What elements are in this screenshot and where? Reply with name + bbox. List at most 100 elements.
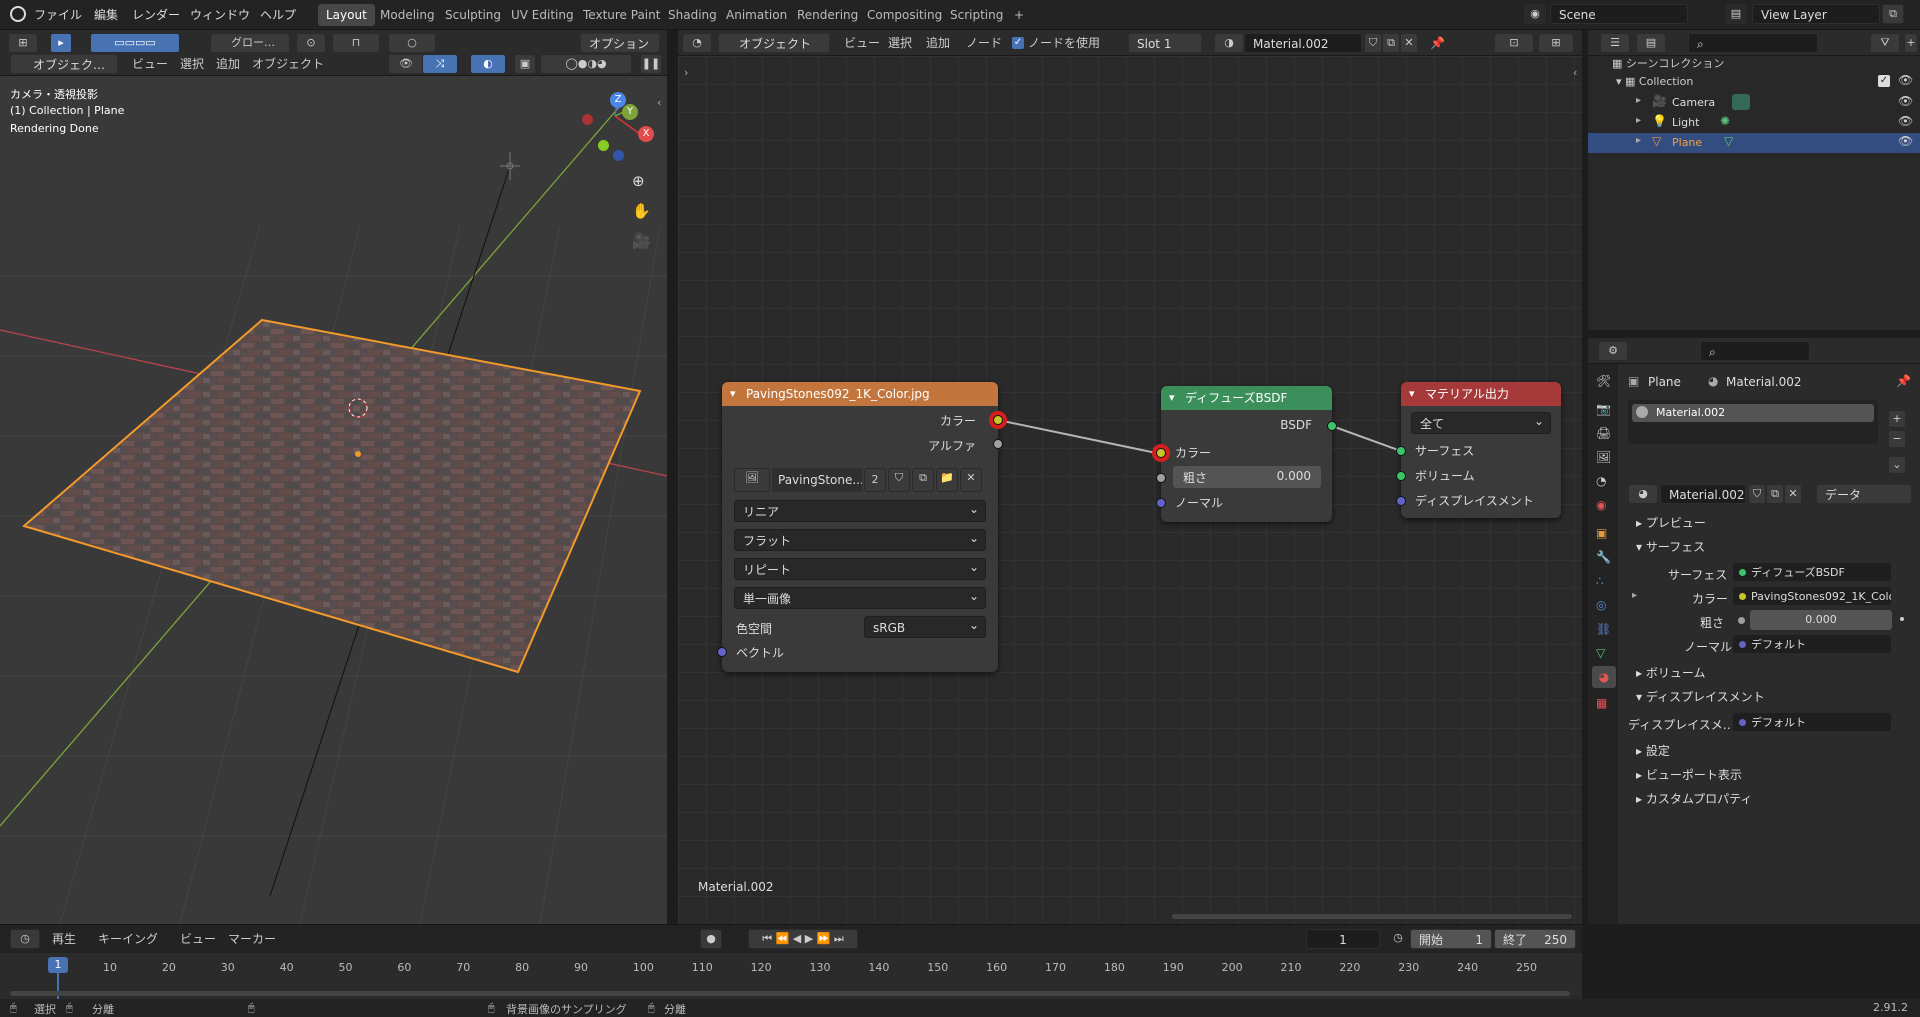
viewport-menu-view[interactable]: ビュー (132, 54, 168, 74)
node-menu-add[interactable]: 追加 (926, 33, 950, 53)
section-custom-props[interactable]: ▸ カスタムプロパティ (1636, 790, 1752, 807)
timeline-menu-keying[interactable]: キーイング (98, 929, 158, 949)
projection-dropdown[interactable]: フラット (734, 527, 986, 551)
physics-tab-icon[interactable]: ◎ (1596, 598, 1606, 612)
view-layer-icon[interactable]: ▤ (1725, 4, 1747, 24)
viewport-menu-select[interactable]: 選択 (180, 54, 204, 74)
section-preview[interactable]: ▸ プレビュー (1636, 514, 1706, 531)
outliner-new-collection-icon[interactable]: + (1904, 33, 1918, 53)
camera-view-icon[interactable]: 🎥 (632, 232, 651, 250)
tab-texture-paint[interactable]: Texture Paint (575, 4, 668, 26)
overlay-icon[interactable]: ◐ (470, 54, 506, 74)
shading-modes-icons[interactable]: ◯●◑◕ (540, 54, 632, 74)
section-viewport-display[interactable]: ▸ ビューポート表示 (1636, 766, 1742, 783)
snap-node-icon[interactable]: ⊡ (1494, 33, 1534, 53)
particles-tab-icon[interactable]: ∴ (1596, 574, 1604, 588)
frame-start-field[interactable]: 開始 1 (1410, 929, 1492, 949)
viewport-menu-object[interactable]: オブジェクト (252, 54, 324, 74)
add-slot-button[interactable]: + (1888, 410, 1906, 428)
editor-type-icon[interactable]: ⊞ (8, 33, 38, 53)
blender-logo-icon[interactable] (10, 6, 26, 22)
gizmo-y-axis[interactable]: Y (622, 104, 638, 120)
add-workspace-button[interactable]: + (1006, 4, 1032, 26)
diffuse-bsdf-node[interactable]: ディフューズBSDF BSDF カラー 粗さ 0.000 ノーマル (1156, 386, 1337, 522)
properties-pin-icon[interactable]: 📌 (1896, 374, 1911, 388)
tab-sculpting[interactable]: Sculpting (437, 4, 509, 26)
auto-keying-icon[interactable]: ● (700, 929, 722, 949)
image-node-title[interactable]: PavingStones092_1K_Color.jpg (722, 382, 998, 406)
image-name-field[interactable]: PavingStone... (772, 468, 862, 492)
surface-shader-field[interactable]: ディフューズBSDF (1732, 562, 1892, 582)
outliner-display-mode-icon[interactable]: ▤ (1636, 33, 1666, 53)
tab-animation[interactable]: Animation (718, 4, 795, 26)
gizmo-icon[interactable]: ⤨ (422, 54, 458, 74)
material-browse-icon[interactable]: ◑ (1214, 33, 1244, 53)
normal-prop-field[interactable]: デフォルト (1732, 634, 1892, 654)
section-volume[interactable]: ▸ ボリューム (1636, 664, 1705, 681)
slot-specials-button[interactable]: ⌄ (1888, 456, 1906, 474)
keyframe-dot-icon[interactable] (1900, 617, 1904, 621)
alpha-output-socket[interactable] (993, 439, 1003, 449)
menu-file[interactable]: ファイル (34, 6, 82, 23)
diffuse-node-title[interactable]: ディフューズBSDF (1161, 386, 1332, 410)
tab-rendering[interactable]: Rendering (789, 4, 866, 26)
light-expand-icon[interactable]: ▸ (1636, 115, 1641, 126)
output-node-title[interactable]: マテリアル出力 (1401, 382, 1561, 406)
properties-material-field[interactable]: Material.002 (1660, 484, 1746, 504)
use-nodes-checkbox[interactable]: ✓ (1012, 37, 1024, 49)
displacement-input-socket[interactable] (1396, 496, 1406, 506)
outliner-editor-type-icon[interactable]: ☰ (1600, 33, 1630, 53)
timeline-editor-type-icon[interactable]: ◷ (10, 929, 40, 949)
output-tab-icon[interactable]: 🖨 (1596, 426, 1611, 440)
frame-end-field[interactable]: 終了 250 (1494, 929, 1576, 949)
select-mode-icons[interactable]: ▭▭▭▭ (90, 33, 180, 53)
material-tab-icon[interactable]: ◕ (1592, 666, 1616, 688)
collection-include-checkbox[interactable]: ✓ (1878, 75, 1890, 87)
properties-search-input[interactable]: ⌕ (1700, 341, 1810, 361)
node-toolbar-toggle-icon[interactable]: › (684, 66, 688, 79)
roughness-slider[interactable]: 粗さ 0.000 (1173, 466, 1321, 488)
image-unlink-icon[interactable]: ✕ (960, 468, 982, 492)
tab-scripting[interactable]: Scripting (942, 4, 1011, 26)
collection-eye-icon[interactable]: 👁 (1898, 73, 1913, 87)
unlink-material-icon[interactable]: ✕ (1400, 33, 1418, 53)
light-eye-icon[interactable]: 👁 (1898, 114, 1913, 128)
xray-icon[interactable]: ▣ (514, 54, 536, 74)
3d-viewport[interactable]: カメラ・透視投影 (1) Collection | Plane Renderin… (0, 76, 667, 924)
camera-eye-icon[interactable]: 👁 (1898, 94, 1913, 108)
node-sidebar-toggle-icon[interactable]: ‹ (1573, 66, 1577, 79)
zoom-icon[interactable]: ⊕ (632, 172, 645, 190)
view-layer-tab-icon[interactable]: 🖼 (1596, 450, 1611, 464)
material-slot-list[interactable]: Material.002 (1628, 400, 1878, 444)
image-fake-user-icon[interactable]: ⛉ (888, 468, 910, 492)
color-expand-icon[interactable]: ▸ (1632, 590, 1637, 601)
displacement-prop-field[interactable]: デフォルト (1732, 712, 1892, 732)
editor-divider[interactable] (667, 30, 678, 924)
vector-input-socket[interactable] (717, 647, 727, 657)
timeline-menu-view[interactable]: ビュー (180, 929, 216, 949)
menu-window[interactable]: ウィンドウ (190, 6, 250, 23)
outliner-row-camera[interactable]: ▸ 🎥 Camera 👁 (1588, 93, 1920, 113)
properties-editor-type-icon[interactable]: ⚙ (1598, 341, 1628, 361)
node-menu-view[interactable]: ビュー (844, 33, 880, 53)
playhead-frame-label[interactable]: 1 (48, 957, 68, 973)
camera-expand-icon[interactable]: ▸ (1636, 95, 1641, 106)
colorspace-dropdown[interactable]: sRGB (864, 614, 986, 638)
timeline-track-area[interactable]: 1102030405060708090100110120130140150160… (0, 953, 1582, 999)
bsdf-output-socket[interactable] (1327, 421, 1337, 431)
node-editor-mode-dropdown[interactable]: オブジェクト (718, 33, 830, 53)
scene-tab-icon[interactable]: ◔ (1596, 474, 1606, 488)
properties-unlink-icon[interactable]: ✕ (1784, 484, 1802, 504)
pivot-icon[interactable]: ⊙ (296, 33, 326, 53)
timeline-menu-marker[interactable]: マーカー (228, 929, 276, 949)
current-frame-field[interactable]: 1 (1306, 929, 1380, 949)
tab-shading[interactable]: Shading (660, 4, 725, 26)
overlay-node-icon[interactable]: ⊞ (1538, 33, 1574, 53)
texture-tab-icon[interactable]: ▦ (1596, 696, 1607, 710)
remove-slot-button[interactable]: − (1888, 430, 1906, 448)
tool-tab-icon[interactable]: 🛠 (1596, 374, 1611, 388)
options-dropdown[interactable]: オプション (580, 33, 660, 53)
gizmo-neg-z[interactable] (613, 150, 624, 161)
object-tab-icon[interactable]: ▣ (1596, 526, 1607, 540)
tab-compositing[interactable]: Compositing (859, 4, 950, 26)
